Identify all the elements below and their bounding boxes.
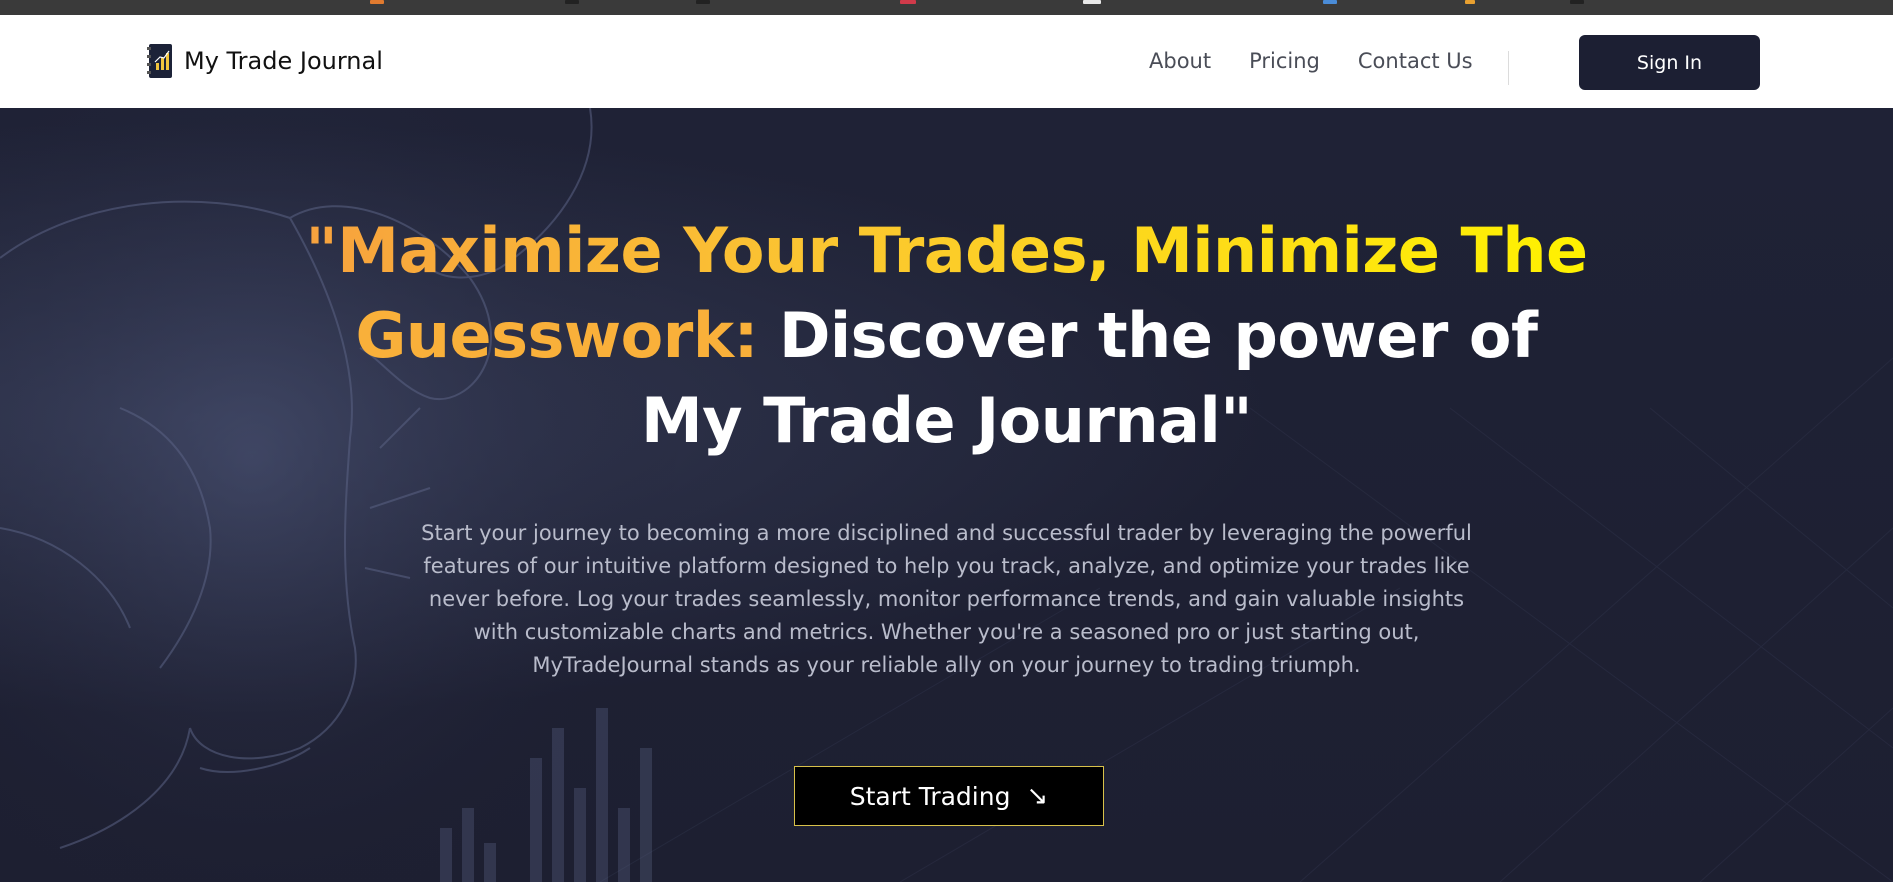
journal-logo-icon (147, 44, 172, 78)
brand-name: My Trade Journal (184, 47, 383, 75)
hero-section: "Maximize Your Trades, Minimize The Gues… (0, 108, 1893, 882)
arrow-down-right-icon: ↘ (1026, 781, 1049, 811)
main-nav: About Pricing Contact Us (1149, 49, 1473, 73)
tab-favicon (900, 0, 916, 4)
tab-favicon (1083, 0, 1101, 4)
tab-favicon (1465, 0, 1475, 4)
sign-in-button[interactable]: Sign In (1579, 35, 1760, 90)
cta-label: Start Trading (849, 781, 1011, 811)
nav-link-contact[interactable]: Contact Us (1358, 49, 1473, 73)
headline-white: Discover the power of (757, 299, 1538, 372)
tab-favicon (370, 0, 384, 4)
nav-divider (1508, 51, 1509, 85)
tab-favicon (1570, 0, 1584, 4)
nav-link-about[interactable]: About (1149, 49, 1211, 73)
hero-description: Start your journey to becoming a more di… (421, 521, 1472, 677)
headline-highlight: "Maximize Your Trades, Minimize The (305, 214, 1588, 287)
hero-headline: "Maximize Your Trades, Minimize The Gues… (300, 208, 1593, 463)
nav-link-pricing[interactable]: Pricing (1249, 49, 1320, 73)
brand-link[interactable]: My Trade Journal (146, 41, 383, 81)
top-navbar: My Trade Journal About Pricing Contact U… (0, 15, 1893, 108)
headline-white-2: My Trade Journal" (640, 384, 1253, 457)
headline-highlight-2: Guesswork: (355, 299, 759, 372)
tab-favicon (1323, 0, 1337, 4)
start-trading-button[interactable]: Start Trading ↘ (794, 766, 1104, 826)
tab-favicon (565, 0, 579, 4)
browser-tab-strip (0, 0, 1893, 15)
tab-favicon (696, 0, 710, 4)
